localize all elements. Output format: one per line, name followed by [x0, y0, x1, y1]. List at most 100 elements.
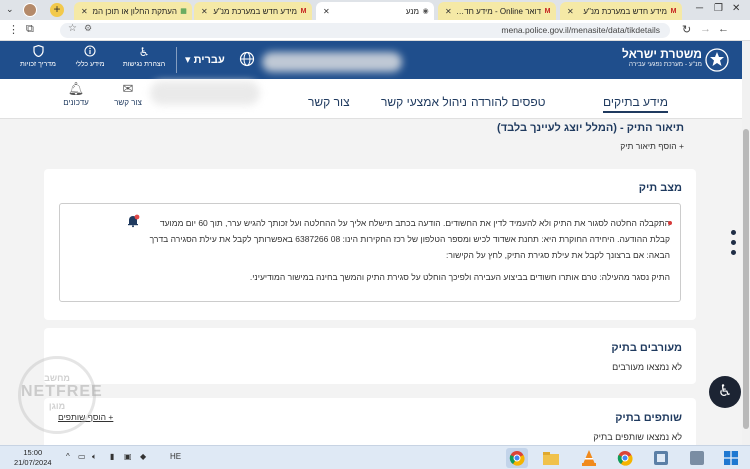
os-taskbar: 15:00 21/07/2024 ^ ▭ 🔈︎ ▮ ▣ ◆ HE	[0, 445, 750, 469]
clock-time: 15:00	[23, 448, 43, 457]
case-status-box: התקבלה החלטה לסגור את התיק ולא להעמיד לד…	[59, 203, 681, 302]
page-options-dots-icon[interactable]	[731, 230, 737, 260]
browser-tab[interactable]: M מידע חדש במערכת מנ"ע ✕	[560, 2, 682, 20]
tab-favicon-icon: ▦	[180, 8, 187, 15]
tray-chevron-icon[interactable]: ^	[66, 452, 70, 461]
taskbar-vlc-icon[interactable]	[578, 448, 600, 468]
updates-button[interactable]: 🔔︎ עדכונים	[56, 81, 96, 107]
involved-empty-text: לא נמצאו מעורבים	[612, 362, 682, 372]
reload-icon[interactable]: ↻	[682, 23, 691, 36]
browser-tab-strip: ⌄ + ▦ העתקת החלון או תוכן המ ✕ M מידע חד…	[0, 0, 750, 20]
header-divider	[176, 47, 177, 73]
tab-close-icon[interactable]: ✕	[323, 7, 330, 16]
site-info-icon[interactable]: ⚙	[84, 23, 92, 34]
tab-search-chevron-icon[interactable]: ⌄	[6, 4, 14, 15]
wheelchair-icon: ♿	[138, 45, 150, 59]
globe-icon[interactable]	[239, 51, 255, 67]
browser-tab[interactable]: M מידע חדש במערכת מנ"ע ✕	[194, 2, 312, 20]
notification-bell-icon[interactable]	[126, 214, 140, 228]
taskbar-chrome-icon[interactable]	[506, 448, 528, 468]
scrollbar-thumb[interactable]	[743, 129, 749, 429]
main-nav: 🔔︎ עדכונים ✉ צור קשר צור קשר ניהול אמצעי…	[0, 79, 750, 119]
site-header: מדריך זכויות מידע כללי ♿ הצהרת נגישות עב…	[0, 41, 750, 79]
tray-app-icon[interactable]: ◆	[140, 452, 146, 461]
case-status-title: מצב תיק	[638, 182, 682, 194]
bookmark-star-icon[interactable]: ☆	[68, 23, 77, 34]
status-paragraph-2: התיק נסגר מהעילה: טרם אותרו חשודים בביצו…	[249, 272, 670, 282]
tab-title: דואר Online - מידע חדש ב	[451, 6, 541, 16]
watermark-line-2: NETFREE	[21, 383, 103, 400]
accessibility-icon: ♿	[717, 383, 733, 400]
close-window-icon[interactable]: ✕	[732, 3, 740, 14]
case-status-card: מצב תיק התקבלה החלטה לסגור את התיק ולא ל…	[44, 169, 696, 320]
volume-icon[interactable]: 🔈︎	[92, 452, 97, 462]
address-bar-row: ⋮ ⧉ mena.police.gov.il/menasite/data/tik…	[0, 20, 750, 41]
main-content: תיאור התיק - (המלל יוצג לעיינך בלבד) + ה…	[0, 119, 742, 445]
browser-tab[interactable]: M דואר Online - מידע חדש ב ✕	[438, 2, 556, 20]
accessibility-statement-label: הצהרת נגישות	[122, 61, 166, 68]
start-button[interactable]	[720, 448, 742, 468]
browser-tab[interactable]: ▦ העתקת החלון או תוכן המ ✕	[74, 2, 192, 20]
bell-icon: 🔔︎	[67, 81, 85, 96]
tab-favicon-icon: M	[670, 7, 677, 15]
brand-logo-text[interactable]: משטרת ישראל מנ"ע - מערכת נפגעי עבירה	[622, 47, 702, 68]
tab-favicon-icon: ◉	[422, 8, 429, 15]
taskbar-explorer-icon[interactable]	[540, 448, 562, 468]
case-description-title: תיאור התיק - (המלל יוצג לעיינך בלבד)	[497, 122, 684, 134]
clock-date: 21/07/2024	[14, 458, 52, 467]
status-bullet	[668, 221, 672, 225]
watermark-line-3: מוגן	[48, 401, 66, 411]
tab-close-icon[interactable]: ✕	[81, 7, 88, 16]
add-description-link[interactable]: + הוסף תיאור תיק	[497, 141, 684, 151]
brand-subtitle: מנ"ע - מערכת נפגעי עבירה	[628, 61, 702, 68]
new-tab-button[interactable]: +	[50, 3, 64, 17]
status-paragraph-1: התקבלה החלטה לסגור את התיק ולא להעמיד לד…	[149, 218, 670, 260]
profile-avatar[interactable]	[23, 3, 37, 17]
forward-icon[interactable]: →	[700, 23, 711, 35]
nav-forms-download[interactable]: טפסים להורדה	[471, 95, 546, 109]
input-language-indicator[interactable]: HE	[170, 452, 181, 461]
extensions-icon[interactable]: ⧉	[26, 23, 34, 36]
battery-icon[interactable]: ▮	[110, 452, 114, 461]
tray-app-icon[interactable]: ▣	[124, 452, 132, 461]
rights-guide-link[interactable]: מדריך זכויות	[12, 44, 64, 68]
tab-title: העתקת החלון או תוכן המ	[92, 6, 177, 16]
taskbar-app-icon[interactable]	[650, 448, 672, 468]
tab-favicon-icon: M	[544, 7, 551, 15]
rights-guide-label: מדריך זכויות	[20, 61, 56, 68]
partners-card: שותפים בתיק לא נמצאו שותפים בתיק + הוסף …	[44, 398, 696, 445]
nav-contact[interactable]: צור קשר	[308, 95, 350, 109]
accessibility-widget-button[interactable]: ♿	[709, 376, 741, 408]
back-icon[interactable]: ←	[718, 23, 729, 35]
minimize-icon[interactable]: ─	[696, 3, 703, 14]
accessibility-statement-link[interactable]: ♿ הצהרת נגישות	[118, 45, 170, 68]
taskbar-chrome-2-icon[interactable]	[614, 448, 636, 468]
taskbar-clock[interactable]: 15:00 21/07/2024	[14, 448, 52, 468]
envelope-icon: ✉	[122, 81, 134, 96]
watermark-line-1: מחשב	[44, 373, 70, 383]
shield-icon	[12, 44, 64, 61]
contact-button[interactable]: ✉ צור קשר	[108, 81, 148, 107]
general-info-link[interactable]: מידע כללי	[64, 45, 116, 68]
nav-contact-methods[interactable]: ניהול אמצעי קשר	[381, 95, 467, 109]
page-scrollbar[interactable]	[742, 41, 750, 445]
partners-empty-text: לא נמצאו שותפים בתיק	[593, 432, 682, 442]
maximize-icon[interactable]: ❐	[714, 3, 723, 14]
involved-card: מעורבים בתיק לא נמצאו מעורבים	[44, 328, 696, 384]
tab-close-icon[interactable]: ✕	[445, 7, 452, 16]
police-emblem-icon	[704, 46, 730, 74]
tab-close-icon[interactable]: ✕	[201, 7, 208, 16]
tab-title: מידע חדש במערכת מנ"ע	[213, 6, 297, 16]
language-selector[interactable]: עברית ▾	[185, 53, 225, 66]
url-field[interactable]: mena.police.gov.il/menasite/data/tikdeta…	[60, 23, 670, 38]
tab-title: מידע חדש במערכת מנ"ע	[583, 6, 667, 16]
taskbar-app-icon[interactable]	[686, 448, 708, 468]
redacted-area	[150, 81, 260, 105]
tab-favicon-icon: M	[300, 7, 307, 15]
nav-case-info[interactable]: מידע בתיקים	[603, 95, 669, 113]
network-icon[interactable]: ▭	[78, 452, 86, 461]
menu-dots-icon[interactable]: ⋮	[8, 23, 19, 36]
browser-tab-active[interactable]: ◉ מנע ✕	[316, 2, 434, 20]
tab-close-icon[interactable]: ✕	[567, 7, 574, 16]
netfree-watermark: מחשב NETFREE מוגן	[18, 356, 103, 434]
